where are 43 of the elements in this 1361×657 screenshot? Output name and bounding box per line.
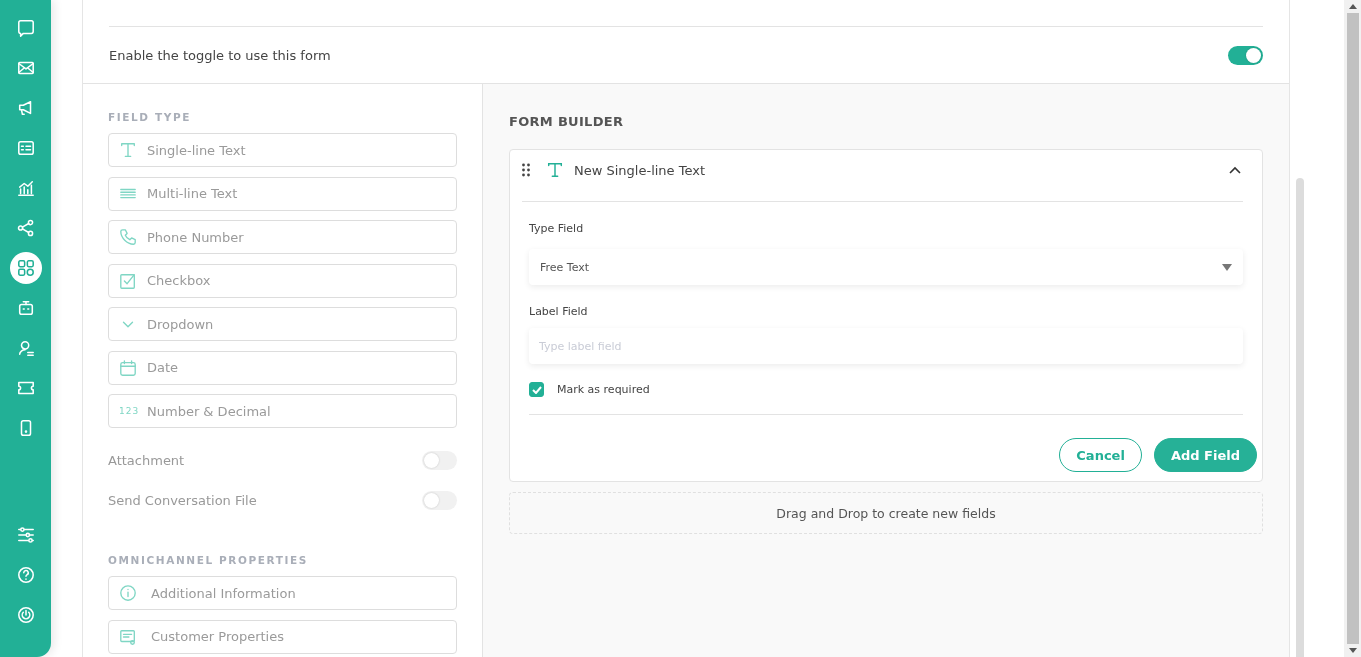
- phone-icon: [119, 228, 137, 246]
- form-toggle-label: Enable the toggle to use this form: [109, 47, 331, 63]
- option-toggle[interactable]: [422, 451, 457, 470]
- scroll-down-icon[interactable]: [1348, 648, 1357, 653]
- field-label: Label Field: [529, 305, 589, 318]
- option-label: Attachment: [108, 453, 185, 468]
- section-heading: OMNICHANNEL PROPERTIES: [108, 554, 309, 566]
- text-icon: [546, 161, 564, 179]
- drop-zone[interactable]: Drag and Drop to create new fields: [509, 492, 1263, 534]
- checkbox-icon: [119, 271, 137, 290]
- text-icon: [119, 141, 137, 159]
- field-type-item[interactable]: Date: [108, 350, 457, 385]
- caret-icon: [1222, 263, 1232, 271]
- calendar-icon: [119, 358, 137, 377]
- document-icon: [119, 627, 137, 646]
- info-icon: [119, 584, 137, 602]
- field-type-item[interactable]: Phone Number: [108, 220, 457, 254]
- field-type-item[interactable]: Checkbox: [108, 263, 457, 298]
- section-heading: FIELD TYPE: [108, 111, 192, 123]
- property-item[interactable]: Customer Properties: [108, 619, 457, 654]
- form-builder-title: FORM BUILDER: [509, 114, 625, 129]
- field-label: Type Field: [529, 222, 585, 235]
- property-item[interactable]: Additional Information: [108, 576, 457, 610]
- form-toggle[interactable]: [1228, 45, 1263, 65]
- option-label: Send Conversation File: [108, 493, 257, 508]
- scroll-up-icon[interactable]: [1348, 4, 1357, 9]
- scrollbar[interactable]: [1344, 0, 1361, 657]
- field-type-item[interactable]: Dropdown: [108, 307, 457, 341]
- cancel-button[interactable]: Cancel: [1059, 438, 1142, 472]
- required-label: Mark as required: [557, 383, 650, 396]
- number-icon: 123: [119, 406, 137, 416]
- type-select[interactable]: Free Text: [529, 249, 1243, 285]
- field-title: New Single-line Text: [574, 162, 707, 178]
- field-type-item[interactable]: Multi-line Text: [108, 176, 457, 211]
- field-type-item[interactable]: 123 Number & Decimal: [108, 394, 457, 428]
- scrollbar[interactable]: [1296, 178, 1304, 657]
- option-toggle[interactable]: [422, 491, 457, 510]
- field-type-item[interactable]: Single-line Text: [108, 133, 457, 167]
- required-checkbox[interactable]: [529, 382, 544, 397]
- grid-icon[interactable]: [9, 252, 42, 284]
- drag-handle-icon[interactable]: [522, 163, 530, 177]
- add-field-button[interactable]: Add Field: [1153, 438, 1257, 472]
- chevron-icon[interactable]: [1229, 166, 1241, 174]
